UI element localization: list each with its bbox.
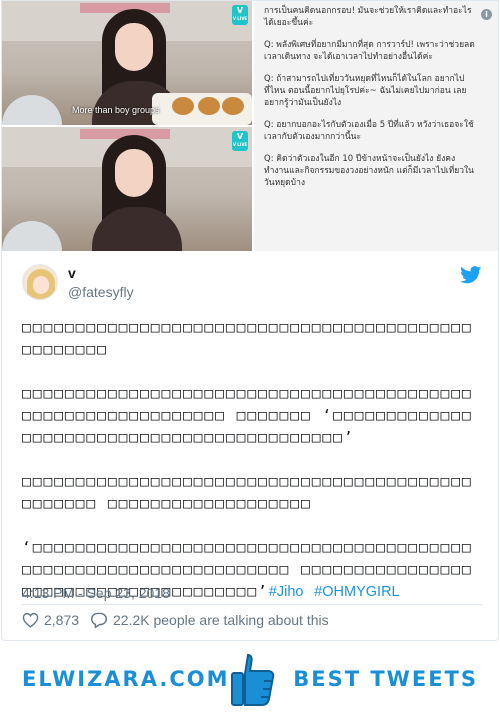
panel-paragraph: การเป็นคนคิดนอกกรอบ! มันจะช่วยให้เราคิดแ…	[264, 6, 472, 28]
hashtag-link[interactable]: #OHMYGIRL	[314, 584, 399, 600]
vlive-badge-title: V	[236, 6, 244, 15]
tweet-author: v @fatesyfly	[22, 264, 482, 304]
tweet-paragraph: □□□□□□□□□□□□□□□□□□□□□□□□□□□□□□□□□□□□□□□□…	[22, 474, 473, 512]
heart-icon	[22, 612, 39, 628]
food-item	[222, 97, 244, 115]
like-count: 2,873	[44, 612, 80, 628]
caption-image-panel: i การเป็นคนคิดนอกกรอบ! มันจะช่วยให้เราคิ…	[254, 1, 498, 251]
panel-paragraph: Q: ถ้าสามารถไปเที่ยววันหยุดที่ไหนก็ได้ใน…	[264, 74, 467, 108]
reply-bubble-icon	[90, 612, 108, 628]
video-subtitle: More than boy groups	[72, 105, 160, 115]
display-name[interactable]: v	[68, 265, 76, 281]
video-frame-bottom[interactable]: V V LIVE	[2, 127, 252, 251]
tweet-media[interactable]: V V LIVE More than boy groups V V LIVE i…	[2, 1, 498, 251]
tweet-text: □□□□□□□□□□□□□□□□□□□□□□□□□□□□□□□□□□□□□□□□…	[22, 317, 482, 603]
divider	[22, 604, 482, 605]
vlive-badge-sub: V LIVE	[232, 142, 248, 147]
vlive-badge-sub: V LIVE	[232, 16, 248, 21]
tweet-timestamp[interactable]: 4:13 PM - Sep 23, 2018	[22, 585, 170, 601]
footer-banner: ELWIZARA.COM BEST TWEETS	[0, 645, 500, 714]
hashtag-link[interactable]: #Jiho	[269, 584, 304, 600]
info-icon[interactable]: i	[481, 9, 492, 20]
tweet-paragraph: □□□□□□□□□□□□□□□□□□□□□□□□□□□□□□□□□□□□□□□□…	[22, 320, 473, 358]
like-button[interactable]: 2,873	[22, 612, 79, 628]
footer-tagline: BEST TWEETS	[293, 667, 478, 691]
thumbs-up-icon	[231, 653, 275, 706]
footer-brand[interactable]: ELWIZARA.COM	[22, 667, 230, 691]
twitter-bird-icon[interactable]	[460, 266, 482, 284]
food-item	[198, 97, 220, 115]
food-item	[172, 97, 194, 115]
panel-paragraph: Q: อยากบอกอะไรกับตัวเองเมื่อ 5 ปีที่แล้ว…	[264, 120, 474, 142]
avatar-face	[33, 276, 49, 294]
panel-paragraph: Q: พลังพิเศษที่อยากมีมากที่สุด การวาร์ป!…	[264, 40, 475, 62]
vlive-badge: V V LIVE	[232, 5, 248, 25]
conversation-count: 22.2K people are talking about this	[113, 612, 329, 628]
vlive-badge-title: V	[236, 132, 244, 141]
screen-name[interactable]: @fatesyfly	[68, 284, 134, 300]
tweet-paragraph: □□□□□□□□□□□□□□□□□□□□□□□□□□□□□□□□□□□□□□□□…	[22, 386, 473, 446]
person-face	[115, 149, 153, 197]
bowl	[2, 95, 62, 125]
tweet-card: V V LIVE More than boy groups V V LIVE i…	[1, 0, 499, 641]
avatar[interactable]	[22, 264, 58, 300]
bowl	[2, 221, 62, 251]
person-face	[115, 23, 153, 71]
vlive-badge: V V LIVE	[232, 131, 248, 151]
video-frame-top[interactable]: V V LIVE More than boy groups	[2, 1, 252, 125]
reply-button[interactable]: 22.2K people are talking about this	[90, 612, 329, 628]
panel-paragraph: Q: คิดว่าตัวเองในอีก 10 ปีข้างหน้าจะเป็น…	[264, 154, 474, 188]
